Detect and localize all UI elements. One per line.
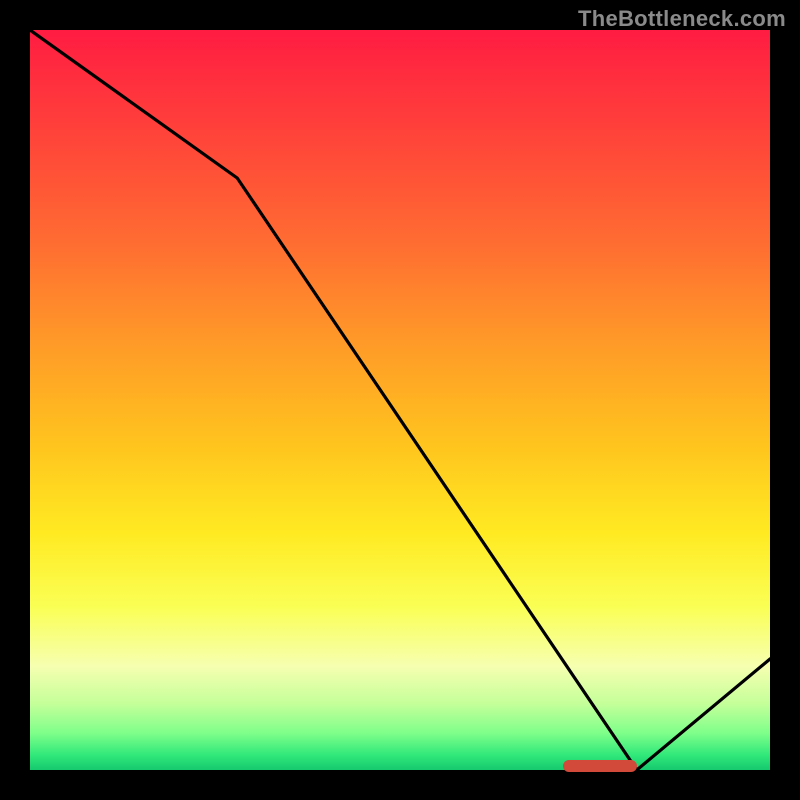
chart-frame: TheBottleneck.com <box>0 0 800 800</box>
watermark-text: TheBottleneck.com <box>578 6 786 32</box>
optimal-range-marker <box>563 760 637 772</box>
bottleneck-curve <box>30 30 770 770</box>
curve-path <box>30 30 770 770</box>
